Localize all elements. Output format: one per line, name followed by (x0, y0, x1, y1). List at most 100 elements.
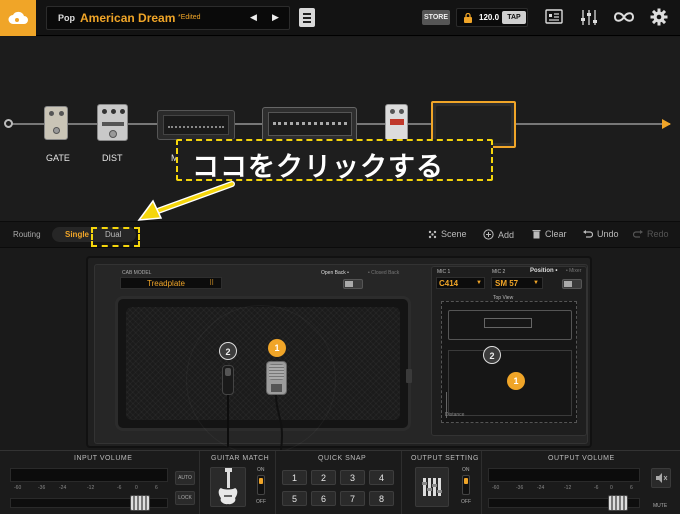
top-view-mic-1[interactable]: 1 (507, 372, 525, 390)
mute-button[interactable] (651, 468, 671, 488)
output-volume-handle[interactable] (608, 495, 628, 511)
signal-input-node (4, 119, 13, 128)
undo-label: Undo (597, 229, 619, 239)
add-label: Add (498, 229, 515, 240)
gear-icon[interactable] (650, 8, 668, 26)
signal-output-arrow (662, 119, 671, 129)
callout-text: ココをクリックする (192, 152, 444, 182)
eq-sliders-icon[interactable] (580, 9, 598, 26)
quick-snap-4[interactable]: 4 (369, 470, 394, 485)
mic-2-label: MIC 2 (492, 269, 506, 275)
quick-snap-6[interactable]: 6 (311, 491, 336, 506)
quick-snap-5[interactable]: 5 (282, 491, 307, 506)
input-volume-section: INPUT VOLUME -60 -36 -24 -12 -6 0 6 AUTO… (0, 451, 200, 514)
undo-icon (583, 229, 593, 238)
distance-label: Distance (445, 412, 465, 418)
cab-model-label: CAB MODEL (122, 270, 152, 276)
open-closed-back-toggle[interactable] (343, 279, 363, 289)
dual-highlight-box (91, 227, 140, 247)
output-setting-button[interactable] (415, 467, 449, 507)
add-button[interactable]: Add (483, 229, 514, 240)
routing-bar: Routing Single Dual Scene Add Clear Undo… (0, 221, 680, 248)
guitar-match-on-label: ON (257, 467, 265, 473)
auto-button[interactable]: AUTO (175, 471, 195, 485)
tap-tempo-button[interactable]: TAP (502, 11, 526, 24)
quick-snap-8[interactable]: 8 (369, 491, 394, 506)
position-label: Position • (530, 268, 558, 274)
mic-1-label: MIC 1 (437, 269, 451, 275)
quick-snap-title: QUICK SNAP (318, 455, 367, 462)
open-back-label: Open Back • (321, 270, 349, 276)
mic-cable (275, 395, 283, 450)
top-bar: Pop American Dream *Edited ◀ ▶ STORE 120… (0, 0, 680, 36)
scene-button[interactable]: Scene (428, 229, 467, 239)
output-meter (488, 468, 640, 482)
quick-snap-section: QUICK SNAP 1 2 3 4 5 6 7 8 (276, 451, 402, 514)
guitar-match-title: GUITAR MATCH (211, 455, 270, 462)
redo-button[interactable]: Redo (633, 229, 669, 239)
routing-single-option[interactable]: Single (65, 230, 89, 239)
preset-name: American Dream (80, 11, 176, 25)
routing-label: Routing (13, 230, 41, 239)
chain-label-dist: DIST (102, 153, 123, 163)
cloud-icon (8, 11, 28, 24)
quick-snap-2[interactable]: 2 (311, 470, 336, 485)
mic-2-sm57[interactable] (222, 365, 234, 395)
add-icon (483, 229, 494, 240)
mic-2-badge[interactable]: 2 (219, 342, 237, 360)
top-view-mic-2[interactable]: 2 (483, 346, 501, 364)
cab-model-list-icon[interactable]: ⠿ (209, 279, 214, 287)
menu-icon (303, 13, 311, 15)
clear-label: Clear (545, 229, 567, 239)
mic-1-value: C414 (439, 279, 459, 288)
amp-head-2[interactable] (262, 107, 357, 141)
preset-selector[interactable]: Pop American Dream *Edited ◀ ▶ (46, 6, 290, 30)
cab-model-value: Treadplate (147, 279, 185, 288)
prev-preset-button[interactable]: ◀ (250, 12, 257, 23)
output-setting-on-label: ON (462, 467, 470, 473)
gate-pedal[interactable] (44, 106, 68, 140)
guitar-match-section: GUITAR MATCH ON OFF (200, 451, 276, 514)
closed-back-label: • Closed Back (368, 270, 400, 276)
signal-chain-area: GATE DIST M (0, 37, 680, 221)
bottom-control-bar: INPUT VOLUME -60 -36 -24 -12 -6 0 6 AUTO… (0, 450, 680, 514)
guitar-match-switch[interactable] (257, 475, 265, 495)
distortion-pedal[interactable] (97, 104, 128, 141)
output-setting-title: OUTPUT SETTING (411, 455, 479, 462)
amp-head-1[interactable] (157, 110, 235, 140)
position-mixer-toggle[interactable] (562, 279, 582, 289)
lock-button[interactable]: LOCK (175, 491, 195, 505)
preset-menu-button[interactable] (299, 8, 315, 27)
mic-1-dropdown-icon: ▼ (476, 280, 482, 286)
guitar-match-button[interactable] (210, 467, 246, 507)
mic-position-top-view[interactable] (441, 301, 577, 423)
quick-snap-3[interactable]: 3 (340, 470, 365, 485)
guitar-match-off-label: OFF (256, 499, 266, 505)
cabinet-grill (126, 305, 400, 455)
output-setting-switch[interactable] (462, 475, 470, 495)
lock-icon[interactable] (463, 13, 473, 23)
mute-label: MUTE (653, 503, 668, 509)
preset-list-icon[interactable] (545, 9, 563, 25)
redo-label: Redo (647, 229, 669, 239)
mic-1-c414[interactable] (266, 361, 287, 395)
tempo-control[interactable]: 120.0 TAP (456, 8, 528, 27)
clear-button[interactable]: Clear (532, 229, 567, 239)
mute-speaker-icon (656, 473, 668, 483)
quick-snap-1[interactable]: 1 (282, 470, 307, 485)
next-preset-button[interactable]: ▶ (272, 12, 279, 23)
chain-label-gate: GATE (46, 153, 70, 163)
undo-button[interactable]: Undo (583, 229, 619, 239)
tempo-value: 120.0 (479, 13, 500, 22)
scene-label: Scene (441, 229, 467, 239)
store-button[interactable]: STORE (422, 10, 450, 25)
input-volume-handle[interactable] (130, 495, 150, 511)
infinity-icon[interactable] (613, 11, 635, 23)
app-logo-button[interactable] (0, 0, 36, 36)
input-volume-title: INPUT VOLUME (74, 455, 133, 462)
quick-snap-7[interactable]: 7 (340, 491, 365, 506)
guitar-icon (218, 468, 238, 505)
input-meter (10, 468, 168, 482)
effect-pedal[interactable] (385, 104, 408, 141)
mic-1-badge[interactable]: 1 (268, 339, 286, 357)
